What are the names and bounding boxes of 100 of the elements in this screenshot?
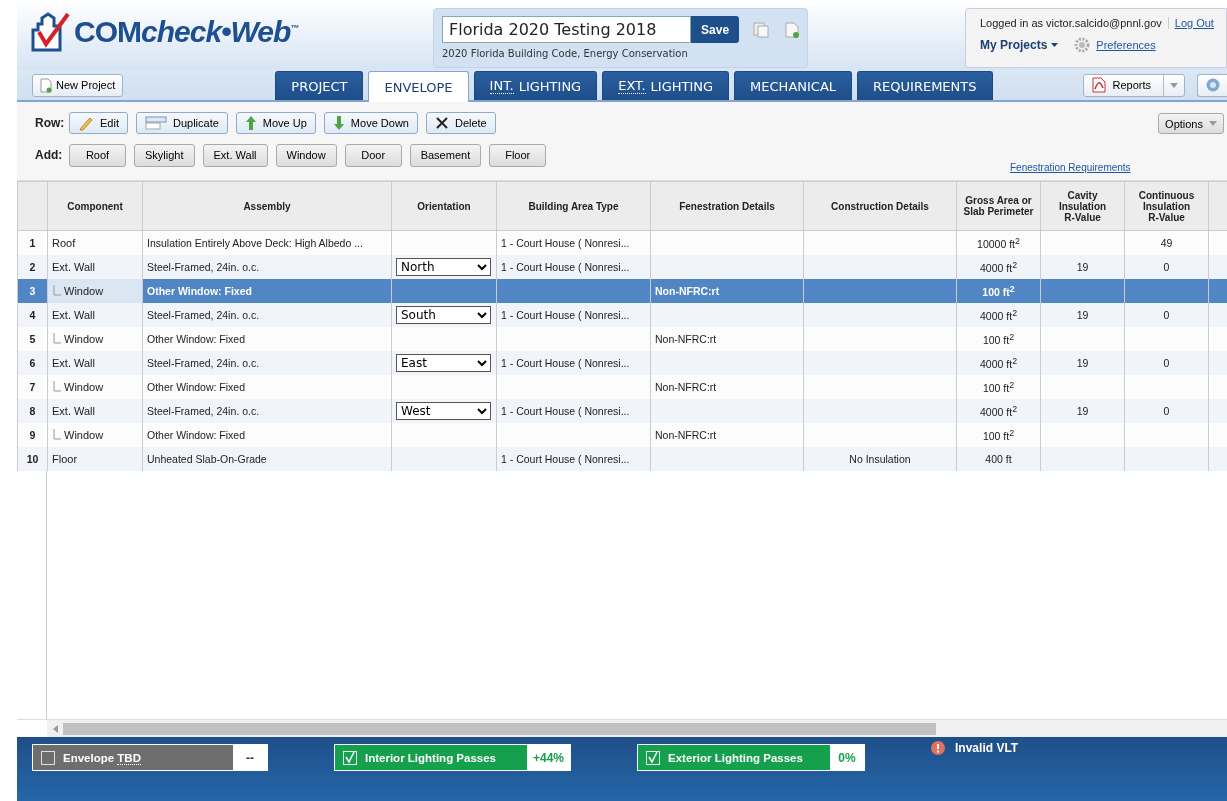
- column-header: Gross Area or Slab Perimeter: [963, 195, 1034, 217]
- table-row[interactable]: 7 Window Other Window: Fixed Non-NFRC:rt 100 ft$^{2}$: [17, 375, 1227, 399]
- table-cell: Other Window: Fixed: [147, 285, 252, 297]
- status-badge: Interior Lighting Passes +44%: [334, 744, 572, 771]
- table-cell: Ext. Wall: [52, 261, 95, 273]
- table-cell: Other Window: Fixed: [147, 429, 246, 441]
- orientation-select[interactable]: East: [396, 354, 491, 372]
- add-component-button[interactable]: Window: [275, 143, 337, 167]
- row-action-button[interactable]: Duplicate: [135, 112, 228, 134]
- table-cell: Steel-Framed, 24in. o.c.: [147, 261, 260, 273]
- close-icon: [434, 116, 449, 130]
- help-button[interactable]: [1197, 73, 1227, 97]
- add-component-button[interactable]: Floor: [489, 143, 547, 167]
- table-row[interactable]: 1 Roof Insulation Entirely Above Deck: High Albedo ... 1 - Court House ( Nonresi... 10000 ft$^{2}$ 49: [17, 230, 1227, 255]
- orientation-select[interactable]: West: [396, 402, 491, 420]
- tab[interactable]: PROJECT: [275, 71, 364, 100]
- scrollbar-thumb[interactable]: [63, 722, 936, 735]
- table-cell: 4000 ft$^{2}$: [980, 406, 1017, 419]
- table-cell: Roof: [52, 237, 76, 249]
- column-header: Cavity Insulation R-Value: [1058, 189, 1107, 223]
- table-row[interactable]: 2 Ext. Wall Steel-Framed, 24in. o.c. North 1 - Court House ( Nonresi... 4000 ft$^{2}$ 19 0: [17, 255, 1227, 279]
- add-component-button[interactable]: Skylight: [134, 143, 195, 167]
- row-action-button[interactable]: Delete: [425, 112, 496, 134]
- caret-icon: [1170, 82, 1178, 88]
- preferences-link[interactable]: Preferences: [1096, 39, 1156, 51]
- table-cell: Insulation Entirely Above Deck: High Albedo ...: [147, 237, 363, 249]
- table-row[interactable]: 5 Window Other Window: Fixed Non-NFRC:rt 100 ft$^{2}$: [17, 327, 1227, 351]
- table-cell: Window: [64, 333, 104, 345]
- row-action-button[interactable]: Edit: [69, 112, 128, 134]
- table-cell: 49: [1160, 237, 1173, 249]
- row-number: 7: [29, 381, 36, 393]
- table-cell: 0: [1163, 309, 1170, 321]
- new-document-icon: [785, 21, 799, 38]
- table-cell: Non-NFRC:rt: [655, 381, 717, 393]
- status-badge: Exterior Lighting Passes 0%: [637, 744, 866, 771]
- copy-icon: [753, 21, 769, 38]
- orientation-select[interactable]: South: [396, 306, 491, 324]
- horizontal-scrollbar[interactable]: [47, 720, 1227, 737]
- new-project-button[interactable]: New Project: [32, 73, 124, 97]
- add-component-button[interactable]: Roof: [69, 143, 126, 167]
- row-action-button[interactable]: Move Up: [235, 112, 316, 134]
- options-button[interactable]: Options: [1158, 113, 1224, 134]
- table-cell: 1 - Court House ( Nonresi...: [501, 357, 630, 369]
- table-cell: Non-NFRC:rt: [655, 429, 717, 441]
- gear-icon: [1074, 37, 1091, 53]
- fenestration-requirements-link[interactable]: Fenestration Requirements: [1010, 162, 1131, 173]
- tab[interactable]: MECHANICAL: [734, 71, 853, 100]
- table-cell: 4000 ft$^{2}$: [980, 262, 1017, 275]
- column-header: Continuous Insulation R-Value: [1138, 189, 1195, 223]
- table-row[interactable]: 4 Ext. Wall Steel-Framed, 24in. o.c. South 1 - Court House ( Nonresi... 4000 ft$^{2}$ 19 0: [17, 303, 1227, 327]
- row-number: 5: [29, 333, 36, 345]
- table-cell: Window: [64, 285, 104, 297]
- project-name-field[interactable]: Florida 2020 Testing 2018: [442, 16, 692, 43]
- row-number: 2: [29, 261, 36, 273]
- table-cell: 400 ft: [985, 453, 1012, 465]
- orientation-select[interactable]: North: [396, 258, 491, 276]
- table-cell: Steel-Framed, 24in. o.c.: [147, 357, 260, 369]
- table-row[interactable]: 8 Ext. Wall Steel-Framed, 24in. o.c. West 1 - Court House ( Nonresi... 4000 ft$^{2}$ 19 0: [17, 399, 1227, 423]
- pdf-icon: [1092, 77, 1107, 93]
- table-cell: Window: [64, 429, 104, 441]
- row-number: 1: [29, 237, 36, 249]
- add-component-button[interactable]: Basement: [409, 143, 482, 167]
- row-number: 9: [29, 429, 36, 441]
- table-cell: 100 ft$^{2}$: [982, 382, 1015, 395]
- table-row[interactable]: 3 Window Other Window: Fixed Non-NFRC:rt 100 ft$^{2}$: [17, 279, 1227, 303]
- my-projects-menu[interactable]: My Projects: [980, 38, 1059, 52]
- reports-button[interactable]: Reports: [1083, 73, 1185, 97]
- table-cell: 4000 ft$^{2}$: [980, 310, 1017, 323]
- column-header: Building Area Type: [528, 200, 619, 212]
- table-cell: 1 - Court House ( Nonresi...: [501, 453, 630, 465]
- row-label: Row:: [35, 116, 61, 130]
- table-cell: No Insulation: [849, 453, 911, 465]
- table-cell: 1 - Court House ( Nonresi...: [501, 237, 630, 249]
- building-check-icon: [30, 12, 70, 52]
- log-out-link[interactable]: Log Out: [1174, 17, 1214, 29]
- table-row[interactable]: 6 Ext. Wall Steel-Framed, 24in. o.c. East 1 - Court House ( Nonresi... 4000 ft$^{2}$ 19 0: [17, 351, 1227, 375]
- table-row[interactable]: 9 Window Other Window: Fixed Non-NFRC:rt 100 ft$^{2}$: [17, 423, 1227, 447]
- add-component-button[interactable]: Door: [344, 143, 402, 167]
- up-arrow-icon: [244, 115, 257, 131]
- table-cell: Ext. Wall: [52, 357, 95, 369]
- tab[interactable]: EXT. LIGHTING: [602, 71, 730, 100]
- tab[interactable]: REQUIREMENTS: [857, 71, 993, 100]
- save-button[interactable]: Save: [691, 16, 739, 43]
- logged-in-label: Logged in as victor.salcido@pnnl.gov: [980, 17, 1162, 29]
- tab[interactable]: INT. LIGHTING: [473, 71, 598, 100]
- table-cell: 19: [1076, 405, 1089, 417]
- scroll-left-icon: [52, 724, 58, 733]
- add-component-button[interactable]: Ext. Wall: [202, 143, 268, 167]
- table-cell: Steel-Framed, 24in. o.c.: [147, 405, 260, 417]
- logo-wordmark: COMcheck•Web$^{™}$: [74, 15, 299, 49]
- row-action-button[interactable]: Move Down: [323, 112, 418, 134]
- tab[interactable]: ENVELOPE: [368, 71, 469, 102]
- table-cell: 0: [1163, 405, 1170, 417]
- caret-icon: [1209, 121, 1217, 126]
- table-cell: Window: [64, 381, 104, 393]
- alert-message: Invalid VLT: [955, 741, 1019, 755]
- table-cell: 100 ft$^{2}$: [982, 334, 1015, 347]
- row-number: 3: [29, 285, 36, 297]
- table-row[interactable]: 10 Floor Unheated Slab-On-Grade 1 - Court House ( Nonresi... No Insulation 400 ft: [17, 447, 1227, 471]
- table-cell: 1 - Court House ( Nonresi...: [501, 405, 630, 417]
